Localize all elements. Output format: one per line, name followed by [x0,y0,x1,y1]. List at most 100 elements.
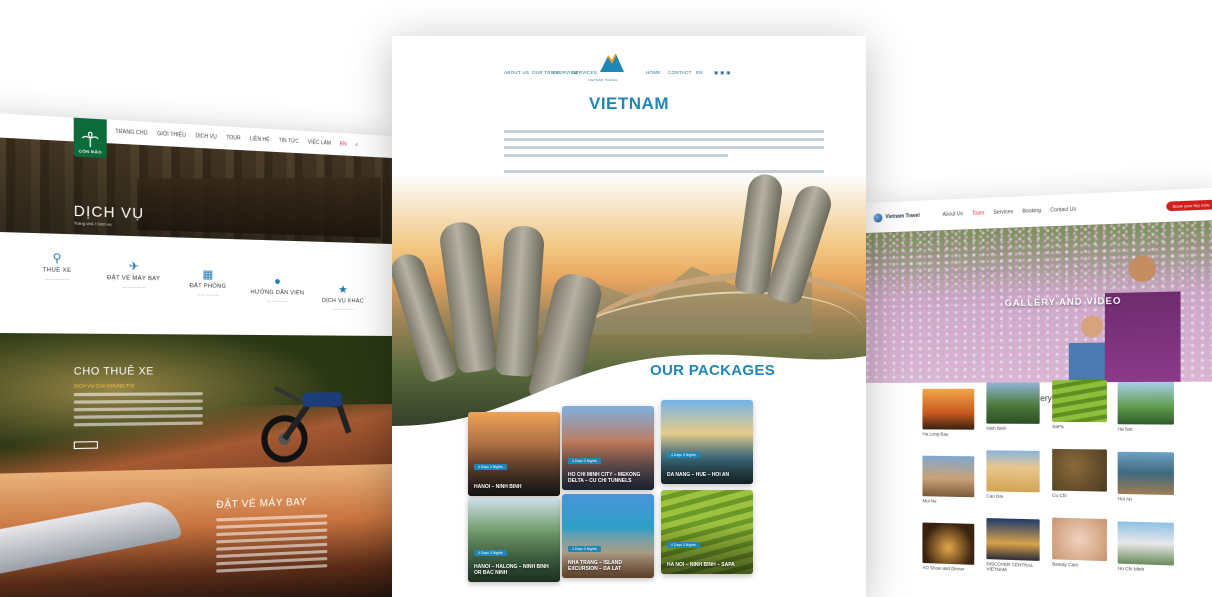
center-nav-item[interactable]: HOME [646,70,661,75]
service-card[interactable]: ● HƯỚNG DẪN VIÊN — — — — — [242,275,312,305]
golden-bridge-hero-image [392,174,866,434]
section-title: CHO THUÊ XE [73,365,154,378]
gallery-label: SaPa [1052,423,1064,430]
center-nav-item[interactable]: CONTACT [668,70,692,75]
read-more-button[interactable] [73,441,98,450]
mountain-logo-icon[interactable] [598,48,626,76]
package-card[interactable]: 4 Days 3 Nights HA NOI – NINH BINH – SAP… [661,490,753,574]
package-duration-badge: 4 Days 3 Nights [474,550,507,556]
right-site-logo[interactable]: Vietnam Travel [873,211,920,223]
right-logo-text: Vietnam Travel [885,212,920,221]
right-nav-item[interactable]: Booking [1022,208,1041,215]
service-description: — — — — — [45,276,69,282]
service-description: — — — — — [332,307,354,312]
gallery-label: AO Show and Dinner [922,565,965,572]
gallery-item[interactable]: AO Show and Dinner [922,522,975,573]
package-name: DA NANG – HUE – HOI AN [667,472,730,478]
search-icon[interactable]: ⌕ [355,142,358,148]
service-card[interactable]: ★ DỊCH VỤ KHÁC — — — — — [309,282,377,313]
left-nav-item[interactable]: TRANG CHỦ [115,129,147,137]
gallery-item[interactable]: Ha Noi [1117,381,1174,432]
airplane-wing-image [0,496,182,579]
right-nav-item-active[interactable]: Tours [972,210,984,217]
package-name: HA NOI – NINH BINH – SAPA [667,562,735,568]
gallery-item[interactable]: Cao Dai [986,450,1040,499]
left-nav-item[interactable]: TOUR [226,135,240,142]
service-card[interactable]: ⚲ THUÊ XE — — — — — [18,250,96,283]
package-card[interactable]: 4 Days 3 Nights HO CHI MINH CITY – MEKON… [562,406,654,490]
breadcrumb: Trang chủ / Dịch vụ [73,220,112,227]
palm-tree-icon [81,131,99,149]
book-now-button[interactable]: Book your trip now [1166,199,1212,211]
globe-icon [873,212,883,223]
flight-booking-section: ĐẶT VÉ MÁY BAY [0,464,392,597]
building-icon: ▦ [202,268,214,282]
motorbike-rental-section: CHO THUÊ XE DỊCH VỤ CỦA CHÚNG TÔI [0,332,392,475]
gallery-item[interactable]: Hoi An [1117,451,1174,503]
gallery-item[interactable]: Cu Chi [1052,448,1107,499]
left-nav-item[interactable]: VIỆC LÀM [308,139,331,146]
center-nav-item[interactable]: EN [696,70,703,75]
package-duration-badge: 4 Days 3 Nights [667,452,700,458]
left-site-mockup: CÔN ĐẢO TRANG CHỦ GIỚI THIỆU DỊCH VỤ TOU… [0,112,392,597]
service-description: — — — — — [266,298,289,304]
plane-icon: ✈ [128,260,139,274]
gallery-item[interactable]: Ho Chi Minh [1117,521,1174,573]
resort-building-image [137,166,380,238]
gallery-item[interactable]: SaPa [1052,379,1107,430]
left-nav-item[interactable]: TIN TỨC [279,138,299,145]
left-site-logo[interactable]: CÔN ĐẢO [73,117,107,159]
woman-image [1104,242,1181,383]
package-name: NHA TRANG – ISLAND EXCURSION – DA LAT [568,560,622,572]
gallery-label: Beauty Care [1052,561,1079,568]
right-nav-item[interactable]: Contact Us [1050,206,1076,213]
packages-section-title: OUR PACKAGES [650,362,775,379]
intro-paragraph [504,130,824,162]
right-site-mockup: Vietnam Travel About Us Tours Services B… [866,187,1212,597]
gallery-item[interactable]: Mui Ne [922,455,975,505]
package-card[interactable]: 4 Days 3 Nights DA NANG – HUE – HOI AN [661,400,753,484]
right-nav-item[interactable]: Services [994,209,1014,216]
gallery-item[interactable]: DISCOVER CENTRAL VIETNAM [986,518,1040,573]
gallery-label: Hoi An [1117,496,1132,502]
package-duration-badge: 4 Days 3 Nights [568,546,601,552]
service-label: THUÊ XE [42,267,72,275]
gallery-label: Ninh Binh [986,425,1007,431]
package-card[interactable]: 4 Days 3 Nights HANOI – HALONG – NINH BI… [468,498,560,582]
page-title: VIETNAM [589,94,669,113]
left-nav-item[interactable]: LIÊN HỆ [250,136,270,143]
service-label: ĐẶT PHÒNG [189,282,227,290]
person-icon: ● [274,275,281,288]
package-card[interactable]: 4 Days 3 Nights NHA TRANG – ISLAND EXCUR… [562,494,654,578]
package-duration-badge: 4 Days 3 Nights [474,464,507,470]
gallery-item[interactable]: Beauty Care [1052,517,1107,569]
gallery-grid: Ha Long Bay Ninh Binh SaPa Ha Noi Mui Ne… [922,379,1174,572]
right-nav-item[interactable]: About Us [942,211,963,218]
service-card[interactable]: ✈ ĐẶT VÉ MÁY BAY — — — — — [96,259,171,291]
gallery-label: Ha Long Bay [922,431,949,437]
section-title: ĐẶT VÉ MÁY BAY [216,496,307,512]
service-card[interactable]: ▦ ĐẶT PHÒNG — — — — — [171,267,244,299]
center-top-nav: ABOUT US OUR TRIPS OVERVIEW SERVICES VIE… [392,36,866,94]
social-icons[interactable]: ▣ ▣ ▣ [714,70,731,76]
package-card[interactable]: 4 Days 3 Nights HANOI – NINH BINH [468,412,560,496]
gallery-item[interactable]: Ha Long Bay [922,388,975,437]
left-nav-item[interactable]: EN [340,141,347,147]
package-duration-badge: 4 Days 3 Nights [667,542,700,548]
package-duration-badge: 4 Days 3 Nights [568,458,601,464]
left-nav-item[interactable]: DỊCH VỤ [195,133,216,140]
left-nav-item[interactable]: GIỚI THIỆU [157,131,186,139]
package-name: HANOI – HALONG – NINH BINH OR BAC NINH [474,564,549,576]
center-nav-item[interactable]: SERVICES [572,70,597,75]
package-name: HO CHI MINH CITY – MEKONG DELTA – CU CHI… [568,472,641,484]
service-label: HƯỚNG DẪN VIÊN [250,289,305,297]
motorbike-icon: ⚲ [52,252,62,266]
motorbike-image [254,362,363,465]
gallery-hero-banner: GALLERY AND VIDEO [866,219,1212,383]
center-nav-item[interactable]: ABOUT US [504,70,529,75]
center-logo-text: VIETNAM TRAVEL [588,78,618,82]
gallery-item[interactable]: Ninh Binh [986,382,1040,431]
gallery-label: Mui Ne [922,498,937,504]
section-subtitle: DỊCH VỤ CỦA CHÚNG TÔI [73,382,135,389]
package-name: HANOI – NINH BINH [474,484,522,490]
